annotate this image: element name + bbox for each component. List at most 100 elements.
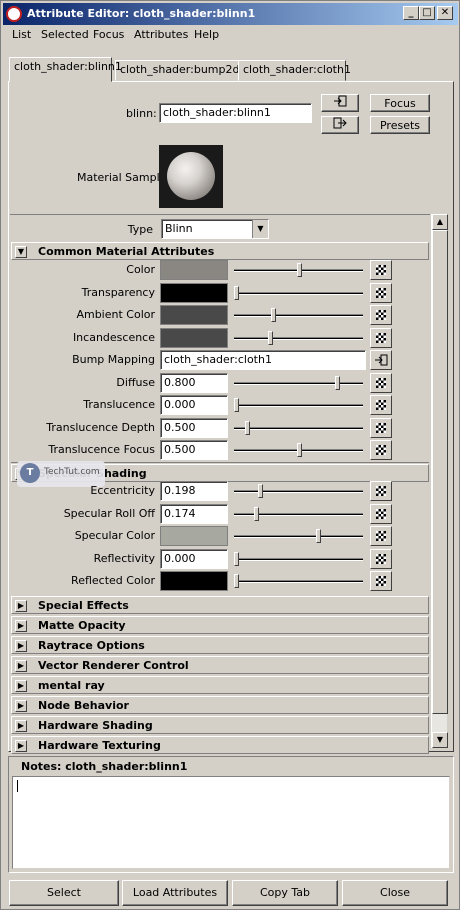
presets-button[interactable]: Presets	[370, 116, 430, 134]
expand-arrow-icon[interactable]: ▶	[15, 680, 27, 692]
notes-textarea[interactable]	[12, 776, 450, 869]
slider-thumb[interactable]	[257, 484, 263, 498]
reflectivity-map-button[interactable]	[370, 548, 392, 569]
translucence-slider[interactable]	[234, 397, 363, 413]
translucence-focus-map-button[interactable]	[370, 440, 392, 460]
reflected-color-swatch[interactable]	[160, 571, 228, 591]
slider-thumb[interactable]	[268, 330, 274, 345]
eccentricity-slider[interactable]	[234, 483, 363, 499]
translucence-focus-slider[interactable]	[234, 442, 363, 458]
section-vector-renderer-control[interactable]: ▶ Vector Renderer Control	[11, 656, 429, 674]
select-button[interactable]: Select	[9, 880, 119, 906]
diffuse-field[interactable]: 0.800	[160, 372, 228, 393]
slider-thumb[interactable]	[234, 398, 239, 412]
incandescence-map-button[interactable]	[370, 327, 392, 348]
specular-color-swatch[interactable]	[160, 526, 228, 546]
slider-thumb[interactable]	[253, 506, 259, 521]
scroll-down-icon[interactable]: ▼	[432, 732, 448, 748]
maximize-button[interactable]: □	[419, 6, 435, 20]
transparency-map-button[interactable]	[370, 282, 392, 303]
type-dropdown[interactable]: Blinn ▼	[161, 219, 269, 239]
slider-thumb[interactable]	[335, 375, 341, 390]
menu-selected[interactable]: Selected	[41, 28, 89, 41]
title-bar[interactable]: Attribute Editor: cloth_shader:blinn1 _ …	[3, 3, 458, 25]
ambient-color-map-button[interactable]	[370, 305, 392, 325]
expand-arrow-icon[interactable]: ▶	[15, 600, 27, 612]
color-slider[interactable]	[234, 262, 363, 278]
ambient-color-swatch[interactable]	[160, 305, 228, 325]
menu-attributes[interactable]: Attributes	[134, 28, 188, 41]
tab-cloth1[interactable]: cloth_shader:cloth1	[238, 60, 351, 81]
tab-bump2d1[interactable]: cloth_shader:bump2d1	[115, 60, 246, 81]
eccentricity-map-button[interactable]	[370, 481, 392, 501]
section-common-material[interactable]: ▼ Common Material Attributes	[11, 242, 429, 260]
minimize-button[interactable]: _	[403, 6, 419, 20]
bump-mapping-field[interactable]: cloth_shader:cloth1	[160, 350, 366, 370]
specular-roll-off-field[interactable]: 0.174	[160, 503, 228, 524]
section-matte-opacity[interactable]: ▶ Matte Opacity	[11, 616, 429, 634]
slider-thumb[interactable]	[234, 551, 239, 566]
reflected-color-slider[interactable]	[234, 573, 363, 589]
expand-arrow-icon[interactable]: ▶	[15, 620, 27, 632]
transparency-swatch[interactable]	[160, 282, 228, 303]
attributes-scrollbar[interactable]: ▲ ▼	[431, 214, 448, 748]
translucence-depth-field[interactable]: 0.500	[160, 417, 228, 438]
eccentricity-field[interactable]: 0.198	[160, 481, 228, 501]
menu-help[interactable]: Help	[194, 28, 219, 41]
reflectivity-slider[interactable]	[234, 551, 363, 567]
tab-blinn1[interactable]: cloth_shader:blinn1	[9, 57, 122, 82]
color-swatch[interactable]	[160, 260, 228, 280]
load-attributes-button[interactable]: Load Attributes	[122, 880, 228, 906]
close-button[interactable]: Close	[342, 880, 448, 906]
reflected-color-map-button[interactable]	[370, 571, 392, 591]
expand-arrow-icon[interactable]: ▶	[15, 660, 27, 672]
section-raytrace-options[interactable]: ▶ Raytrace Options	[11, 636, 429, 654]
slider-thumb[interactable]	[270, 308, 276, 322]
scrollbar-thumb[interactable]	[432, 230, 448, 714]
slider-thumb[interactable]	[296, 443, 302, 457]
color-map-button[interactable]	[370, 260, 392, 280]
section-mental-ray[interactable]: ▶ mental ray	[11, 676, 429, 694]
specular-color-slider[interactable]	[234, 528, 363, 544]
translucence-depth-slider[interactable]	[234, 420, 363, 436]
input-connections-button[interactable]	[321, 94, 359, 112]
material-sample-swatch[interactable]	[159, 145, 223, 208]
section-hardware-shading[interactable]: ▶ Hardware Shading	[11, 716, 429, 734]
bump-mapping-navigate-button[interactable]	[370, 350, 392, 370]
collapse-arrow-icon[interactable]: ▼	[15, 246, 27, 258]
expand-arrow-icon[interactable]: ▶	[15, 720, 27, 732]
translucence-field[interactable]: 0.000	[160, 395, 228, 415]
output-connections-button[interactable]	[321, 116, 359, 134]
translucence-map-button[interactable]	[370, 395, 392, 415]
slider-thumb[interactable]	[296, 263, 302, 277]
slider-thumb[interactable]	[244, 420, 250, 435]
scroll-up-icon[interactable]: ▲	[432, 214, 448, 230]
incandescence-swatch[interactable]	[160, 327, 228, 348]
diffuse-map-button[interactable]	[370, 372, 392, 393]
expand-arrow-icon[interactable]: ▶	[15, 640, 27, 652]
translucence-focus-field[interactable]: 0.500	[160, 440, 228, 460]
transparency-slider[interactable]	[234, 285, 363, 301]
menu-list[interactable]: List	[12, 28, 31, 41]
section-hardware-texturing[interactable]: ▶ Hardware Texturing	[11, 736, 429, 754]
slider-thumb[interactable]	[315, 529, 321, 543]
expand-arrow-icon[interactable]: ▶	[15, 700, 27, 712]
diffuse-slider[interactable]	[234, 375, 363, 391]
expand-arrow-icon[interactable]: ▶	[15, 740, 27, 752]
slider-thumb[interactable]	[234, 285, 239, 300]
copy-tab-button[interactable]: Copy Tab	[232, 880, 338, 906]
menu-focus[interactable]: Focus	[93, 28, 124, 41]
node-name-field[interactable]: cloth_shader:blinn1	[159, 103, 312, 123]
specular-roll-off-map-button[interactable]	[370, 503, 392, 524]
section-node-behavior[interactable]: ▶ Node Behavior	[11, 696, 429, 714]
reflectivity-field[interactable]: 0.000	[160, 548, 228, 569]
close-window-button[interactable]: ✕	[437, 6, 453, 20]
section-special-effects[interactable]: ▶ Special Effects	[11, 596, 429, 614]
specular-roll-off-slider[interactable]	[234, 506, 363, 522]
translucence-depth-map-button[interactable]	[370, 417, 392, 438]
focus-button[interactable]: Focus	[370, 94, 430, 112]
specular-color-map-button[interactable]	[370, 526, 392, 546]
ambient-color-slider[interactable]	[234, 307, 363, 323]
incandescence-slider[interactable]	[234, 330, 363, 346]
slider-thumb[interactable]	[234, 574, 239, 588]
